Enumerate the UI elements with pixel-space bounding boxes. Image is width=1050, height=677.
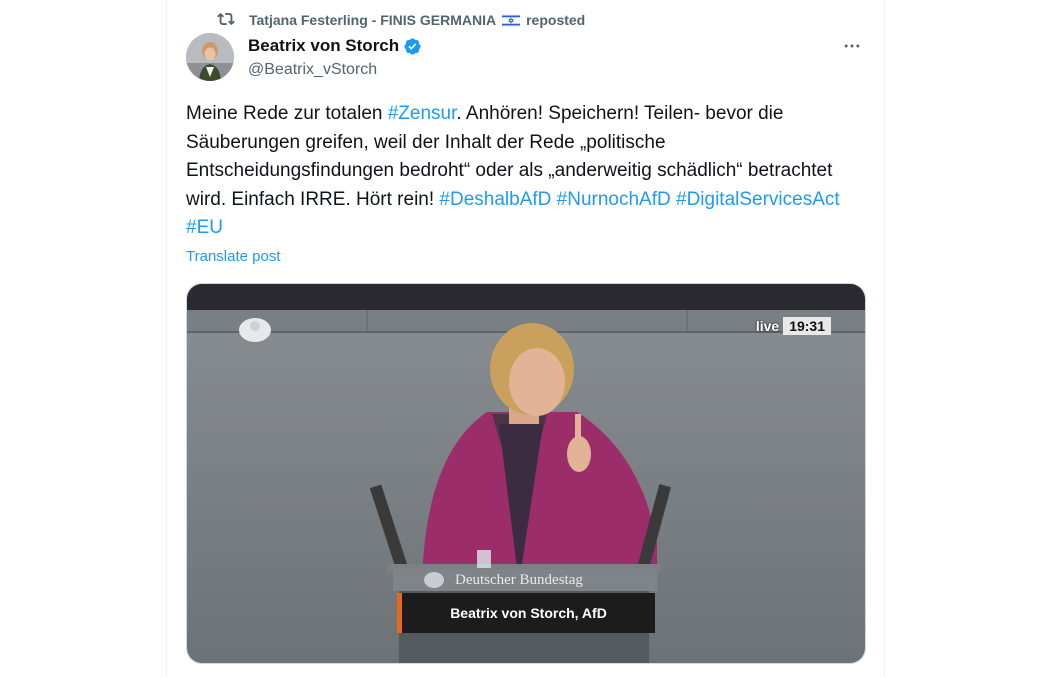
more-options-icon[interactable] [840,36,864,56]
hashtag-link[interactable]: #DigitalServicesAct [676,189,840,210]
video-player[interactable]: live 19:31 Deutscher Bundestag Beatrix v… [186,283,866,664]
live-indicator: live 19:31 [756,317,831,335]
hashtag-link[interactable]: #DeshalbAfD [439,189,551,210]
broadcast-time: 19:31 [783,317,831,335]
hashtag-link[interactable]: #NurnochAfD [557,189,671,210]
speaker-name: Beatrix von Storch, AfD [450,605,607,621]
federal-eagle-small-icon [424,572,444,588]
repost-indicator[interactable]: Tatjana Festerling - FINIS GERMANIA repo… [217,10,585,30]
lectern-plate-text: Deutscher Bundestag [455,571,583,588]
speaker-name-strip: Beatrix von Storch, AfD [397,593,655,633]
repost-icon [217,10,237,30]
author-block: Beatrix von Storch @Beatrix_vStorch [248,35,422,79]
federal-eagle-icon [239,318,271,342]
post-text: Meine Rede zur totalen #Zensur. Anhören!… [186,100,866,243]
israel-flag-icon [501,13,521,27]
author-avatar[interactable] [186,33,234,81]
reposter-name[interactable]: Tatjana Festerling - FINIS GERMANIA [249,12,496,28]
timeline-column: Tatjana Festerling - FINIS GERMANIA repo… [166,0,885,677]
lectern-plate: Deutscher Bundestag [393,569,657,591]
author-handle[interactable]: @Beatrix_vStorch [248,61,422,79]
repost-suffix: reposted [526,12,586,28]
hashtag-link[interactable]: #Zensur [388,103,457,124]
author-display-name[interactable]: Beatrix von Storch [248,36,399,56]
post-text-segment: Meine Rede zur totalen [186,103,388,124]
translate-post-link[interactable]: Translate post [186,248,281,265]
hashtag-link[interactable]: #EU [186,217,223,238]
verified-badge-icon[interactable] [403,37,422,56]
live-label: live [755,318,780,334]
